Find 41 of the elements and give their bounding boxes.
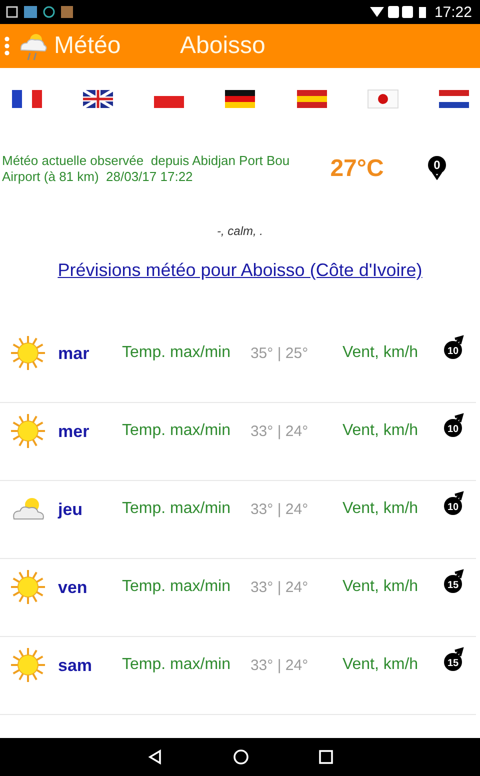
british-flag-icon[interactable] [81,87,116,111]
sun-icon [10,413,46,449]
day-label: mar [58,344,90,364]
spanish-flag-icon[interactable] [294,87,329,111]
temperature-range: 33° | 24° [250,657,310,674]
german-flag-icon[interactable] [223,87,258,111]
wind-label: Vent, km/h [342,578,418,596]
observation-text: Météo actuelle observée depuis Abidjan Port Bou Airport (à 81 km) 28/03/17 17:22 [2,153,291,185]
wind-label: Vent, km/h [342,500,418,518]
wind-label: Vent, km/h [342,656,418,674]
temperature-range: 33° | 24° [250,423,310,440]
app-title: Météo [54,32,122,60]
status-time: 17:22 [434,4,472,20]
conditions-text: -, calm, . [216,224,263,238]
temperature-label: Temp. max/min [122,422,230,440]
home-icon[interactable] [233,749,249,765]
sun-icon [10,569,46,605]
day-label: ven [58,578,88,598]
back-icon[interactable] [147,749,163,765]
system-status-icons [370,5,428,19]
sun-icon [10,335,46,371]
forecast-link[interactable]: Prévisions météo pour Aboisso (Côte d'Ivoire) [58,260,422,281]
wind-label: Vent, km/h [342,344,418,362]
recents-icon[interactable] [319,750,333,764]
wind-label: Vent, km/h [342,422,418,440]
temperature-label: Temp. max/min [122,578,230,596]
day-label: jeu [58,500,84,520]
temperature-label: Temp. max/min [122,344,230,362]
french-flag-icon[interactable] [10,87,44,111]
temperature-label: Temp. max/min [122,656,230,674]
day-label: mer [58,422,90,442]
current-temperature: 27°C [329,155,385,183]
japanese-flag-icon[interactable] [366,87,400,111]
temperature-label: Temp. max/min [122,500,230,518]
dutch-flag-icon[interactable] [436,87,471,111]
sun-icon [10,647,46,683]
day-label: sam [58,656,94,676]
temperature-range: 33° | 24° [250,501,310,518]
temperature-range: 35° | 25° [250,345,310,362]
temperature-range: 33° | 24° [250,579,310,596]
city-title: Aboisso [180,32,266,60]
